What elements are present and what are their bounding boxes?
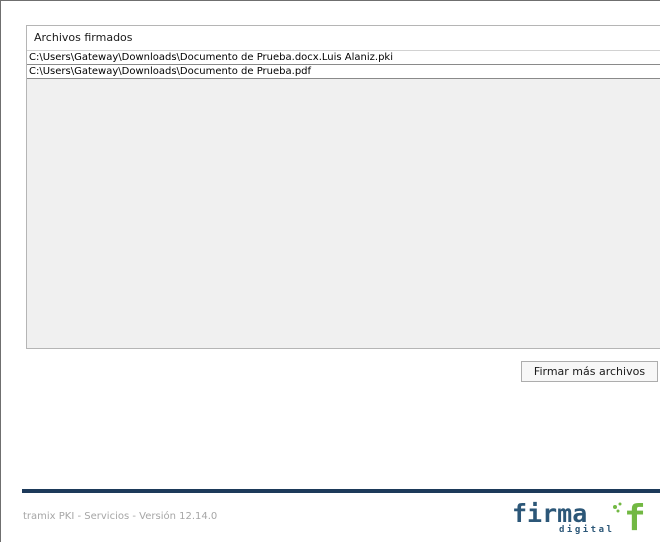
- signed-files-list[interactable]: C:\Users\Gateway\Downloads\Documento de …: [27, 51, 660, 79]
- logo-word: firma: [512, 499, 587, 528]
- footer-divider: [22, 489, 660, 493]
- firma-digital-logo-graphic: firma digital f: [512, 498, 646, 539]
- window-border-top: [0, 0, 660, 1]
- logo-subtext: digital: [559, 524, 614, 535]
- logo-dot: [616, 509, 620, 513]
- version-text: tramix PKI - Servicios - Versión 12.14.0: [23, 511, 218, 522]
- sign-more-files-button[interactable]: Firmar más archivos: [521, 361, 658, 382]
- logo-dot: [613, 505, 617, 509]
- list-item[interactable]: C:\Users\Gateway\Downloads\Documento de …: [27, 51, 660, 65]
- list-item[interactable]: C:\Users\Gateway\Downloads\Documento de …: [27, 65, 660, 79]
- app-window: Archivos firmados C:\Users\Gateway\Downl…: [0, 0, 660, 542]
- panel-header: Archivos firmados: [27, 26, 660, 51]
- signed-files-panel: Archivos firmados C:\Users\Gateway\Downl…: [26, 25, 660, 349]
- logo-dot: [618, 502, 622, 506]
- logo-mark: f: [624, 498, 646, 537]
- window-border-left: [0, 0, 1, 542]
- firma-digital-logo: firma digital f: [512, 497, 660, 539]
